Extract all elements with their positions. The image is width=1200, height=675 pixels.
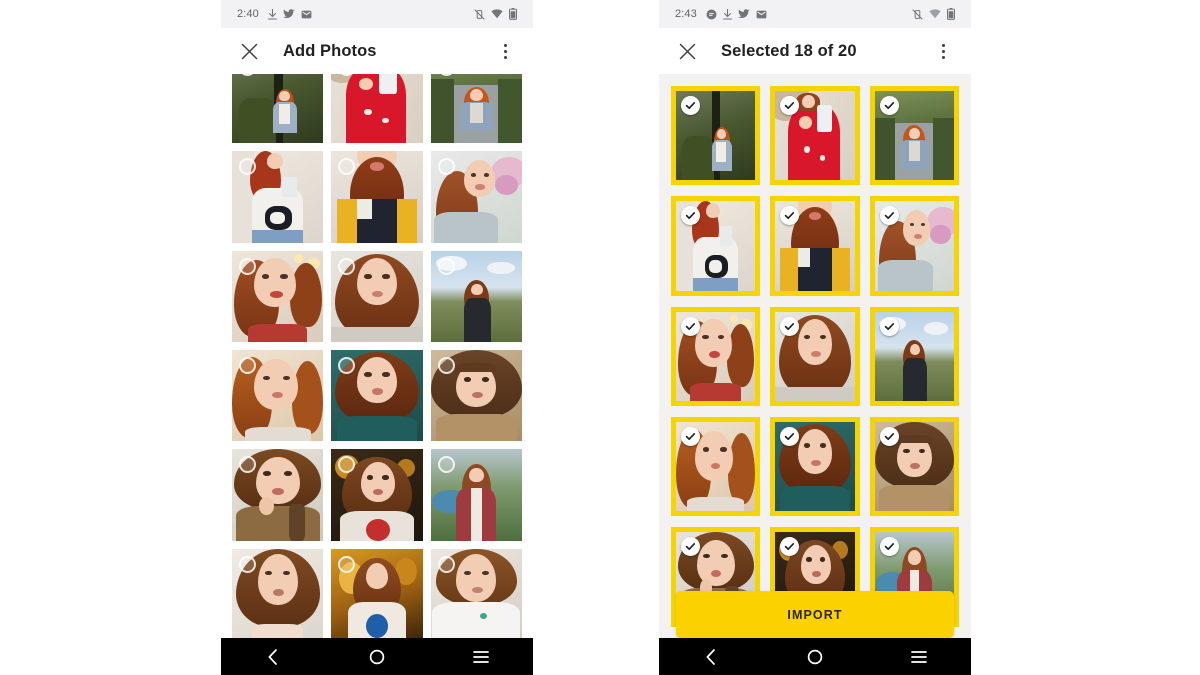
import-button[interactable]: IMPORT	[676, 591, 954, 638]
wifi-icon	[929, 9, 941, 19]
status-bar-right: 2:43	[659, 0, 971, 28]
photo-cell[interactable]	[331, 548, 423, 641]
photo-cell-selected[interactable]	[869, 196, 959, 296]
app-bar-right: Selected 18 of 20	[659, 28, 971, 74]
photo-cell[interactable]	[430, 151, 522, 243]
selection-checkbox-unchecked[interactable]	[437, 257, 455, 275]
status-bar-left-group: 2:40	[237, 8, 312, 20]
photo-cell-selected[interactable]	[671, 196, 761, 296]
selection-checkbox-checked[interactable]	[879, 427, 899, 447]
overflow-menu-icon[interactable]	[931, 39, 955, 63]
app-bar-left: Add Photos	[221, 28, 533, 74]
photo-cell-selected[interactable]	[770, 417, 860, 517]
photo-cell-selected[interactable]	[671, 306, 761, 407]
status-bar-right-group	[474, 8, 517, 20]
download-icon	[722, 8, 732, 20]
message-icon	[301, 9, 312, 20]
status-time: 2:40	[237, 8, 259, 20]
download-icon	[267, 8, 277, 20]
photo-cell-selected[interactable]	[671, 86, 761, 186]
photo-cell[interactable]	[430, 449, 522, 541]
selection-checkbox-unchecked[interactable]	[437, 456, 455, 474]
selection-checkbox-checked[interactable]	[879, 96, 899, 115]
home-icon[interactable]	[792, 638, 838, 675]
page-title: Add Photos	[283, 41, 377, 60]
photo-grid-left	[221, 74, 533, 646]
photo-cell-selected[interactable]	[770, 196, 860, 296]
phone-screenshot-left: 2:40 Add Photos	[221, 0, 533, 675]
photo-cell-selected[interactable]	[770, 86, 860, 186]
photo-cell-selected[interactable]	[869, 86, 959, 186]
photo-cell[interactable]	[232, 151, 324, 243]
photo-cell[interactable]	[232, 449, 324, 541]
status-bar-right-group	[912, 8, 955, 20]
twitter-icon	[282, 8, 295, 20]
photo-cell[interactable]	[232, 350, 324, 442]
photo-cell[interactable]	[232, 548, 324, 641]
phone-screenshot-right: 2:43 Selected 18 of 20 IMPORT	[659, 0, 971, 675]
photo-cell[interactable]	[232, 74, 324, 144]
photo-cell[interactable]	[430, 250, 522, 343]
home-icon[interactable]	[354, 638, 400, 675]
battery-icon	[509, 8, 517, 20]
photo-cell[interactable]	[331, 151, 423, 243]
selection-checkbox-unchecked[interactable]	[338, 555, 356, 573]
status-time: 2:43	[675, 8, 697, 20]
photo-cell-selected[interactable]	[869, 306, 959, 407]
android-nav-bar-right	[659, 638, 971, 675]
photo-cell[interactable]	[430, 74, 522, 144]
message-icon	[756, 9, 767, 20]
back-icon[interactable]	[688, 638, 734, 675]
photo-cell[interactable]	[430, 350, 522, 442]
selection-checkbox-unchecked[interactable]	[239, 555, 256, 573]
selection-checkbox-checked[interactable]	[681, 96, 700, 115]
selection-checkbox-unchecked[interactable]	[437, 555, 455, 573]
selection-checkbox-unchecked[interactable]	[239, 357, 256, 375]
close-icon[interactable]	[237, 39, 261, 63]
photo-cell[interactable]	[331, 449, 423, 541]
recents-icon[interactable]	[458, 638, 504, 675]
recents-icon[interactable]	[896, 638, 942, 675]
photo-cell[interactable]	[331, 350, 423, 442]
photo-cell[interactable]	[331, 250, 423, 343]
back-icon[interactable]	[250, 638, 296, 675]
selection-title: Selected 18 of 20	[721, 41, 857, 60]
selection-checkbox-checked[interactable]	[879, 316, 899, 336]
photo-cell[interactable]	[232, 250, 324, 343]
photo-thumbnail	[430, 74, 522, 144]
selection-checkbox-checked[interactable]	[879, 206, 899, 226]
selection-checkbox-unchecked[interactable]	[338, 257, 356, 275]
photo-cell-selected[interactable]	[671, 417, 761, 517]
status-bar-left-group: 2:43	[675, 8, 767, 20]
close-icon[interactable]	[675, 39, 699, 63]
selection-checkbox-checked[interactable]	[681, 427, 700, 447]
screenshot-stage: 2:40 Add Photos 2:43 Selected 18 of 20 I…	[0, 0, 1200, 675]
photo-cell-selected[interactable]	[770, 306, 860, 407]
photo-cell-selected[interactable]	[869, 417, 959, 517]
selection-checkbox-checked[interactable]	[879, 537, 899, 557]
selection-checkbox-checked[interactable]	[780, 316, 800, 336]
selection-checkbox-checked[interactable]	[681, 316, 700, 336]
photo-grid-scroll-left[interactable]	[221, 74, 533, 675]
photo-cell[interactable]	[331, 74, 423, 144]
photo-grid-right	[659, 80, 971, 675]
photo-grid-scroll-right[interactable]: IMPORT	[659, 74, 971, 675]
selection-checkbox-unchecked[interactable]	[437, 158, 455, 176]
wifi-icon	[491, 9, 503, 19]
battery-icon	[947, 8, 955, 20]
chat-icon	[706, 9, 717, 20]
twitter-icon	[737, 8, 750, 20]
selection-checkbox-unchecked[interactable]	[239, 257, 256, 275]
photo-thumbnail	[232, 74, 324, 144]
status-bar-left: 2:40	[221, 0, 533, 28]
photo-cell[interactable]	[430, 548, 522, 641]
selection-checkbox-unchecked[interactable]	[437, 357, 455, 375]
vibrate-off-icon	[912, 8, 923, 20]
photo-thumbnail	[331, 74, 423, 144]
vibrate-off-icon	[474, 8, 485, 20]
android-nav-bar-left	[221, 638, 533, 675]
overflow-menu-icon[interactable]	[493, 39, 517, 63]
